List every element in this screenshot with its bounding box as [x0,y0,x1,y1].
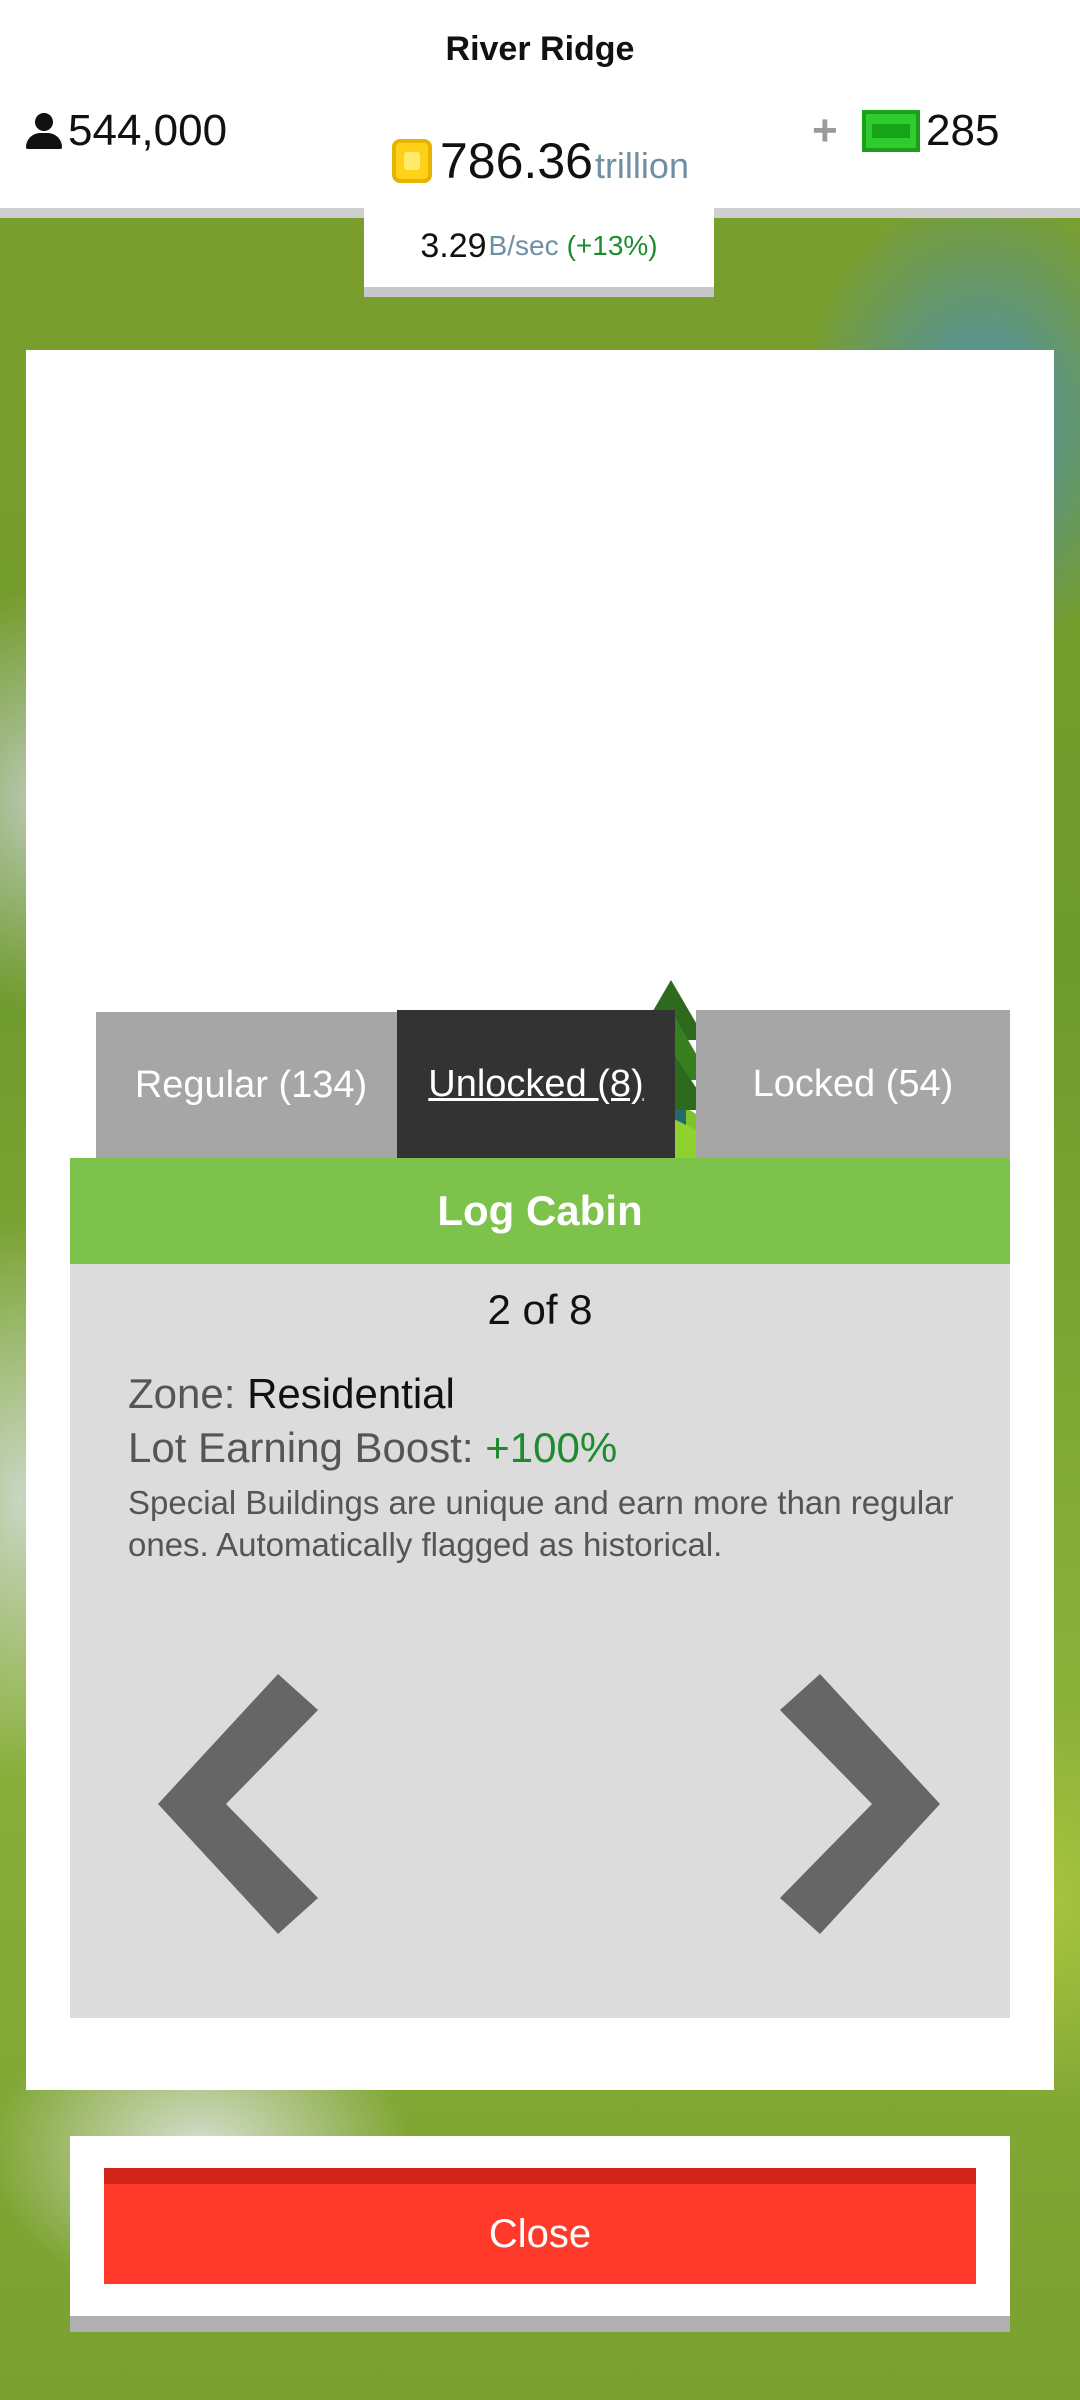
cash-value: 285 [926,106,1000,155]
rate-value: 3.29 [420,226,487,265]
building-info-box: 2 of 8 Zone: Residential Lot Earning Boo… [70,1264,1010,2018]
rate-percent: (+13%) [566,230,658,261]
add-cash-button[interactable]: + [812,106,838,156]
population-display: 544,000 [26,106,227,156]
zone-line: Zone: Residential [128,1370,455,1418]
chevron-left-icon[interactable] [158,1674,328,1934]
cash-icon[interactable] [862,110,920,152]
tab-regular[interactable]: Regular (134) [96,1012,406,1158]
close-button-container: Close [70,2136,1010,2332]
money-unit: trillion [594,145,689,186]
boost-label: Lot Earning Boost: [128,1424,474,1471]
building-description: Special Buildings are unique and earn mo… [128,1484,954,1563]
top-status-bar: River Ridge 544,000 786.36 trillion + 28… [0,0,1080,218]
boost-line: Lot Earning Boost: +100% [128,1424,617,1472]
zone-value: Residential [247,1370,455,1417]
building-title: Log Cabin [70,1158,1010,1264]
person-icon [26,113,62,149]
zone-label: Zone: [128,1370,236,1417]
money-display: 786.36 trillion [392,132,689,190]
tab-unlocked[interactable]: Unlocked (8) [397,1010,675,1158]
building-counter: 2 of 8 [487,1286,593,1333]
rate-unit: B/sec [488,230,559,261]
population-value: 544,000 [68,106,228,155]
city-name: River Ridge [445,30,635,68]
income-rate-tab: 3.29 B/sec (+13%) [364,205,714,297]
close-button[interactable]: Close [104,2168,976,2284]
boost-value: +100% [485,1424,618,1471]
money-value: 786.36 [440,133,593,189]
chevron-right-icon[interactable] [770,1674,940,1934]
tab-locked[interactable]: Locked (54) [696,1010,1010,1158]
coin-icon [392,139,432,183]
